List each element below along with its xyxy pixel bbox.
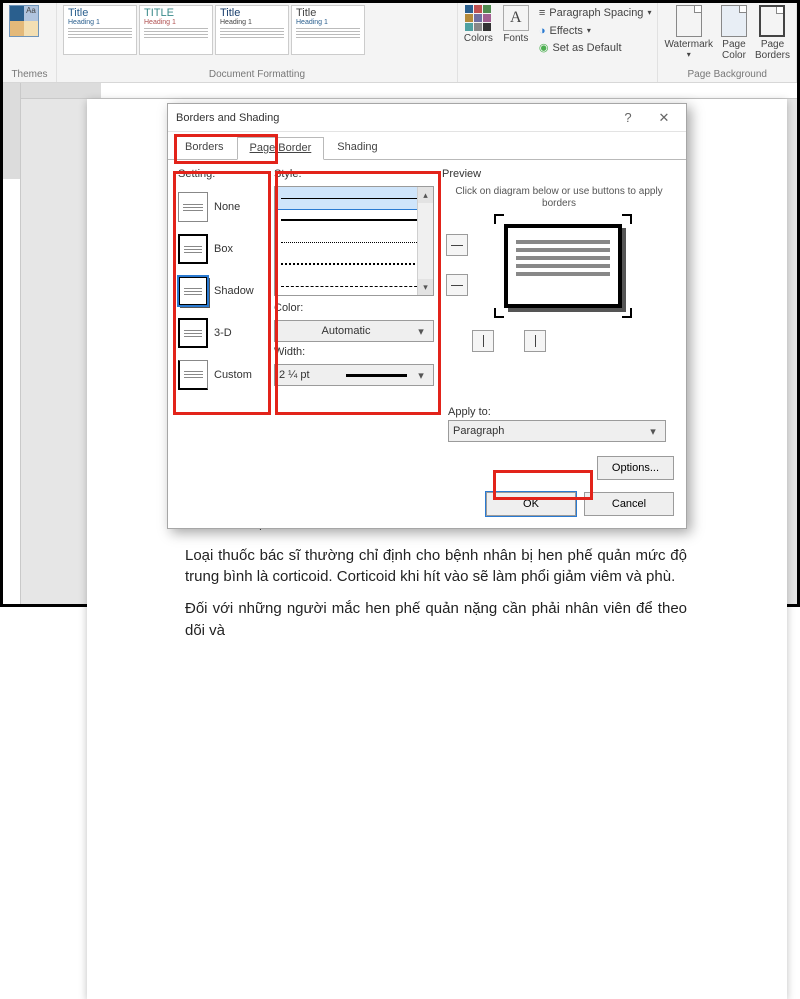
close-button[interactable]: ✕ [646, 108, 682, 128]
scrollbar[interactable]: ▴▾ [417, 187, 433, 295]
themes-label: Themes [9, 67, 50, 82]
border-bottom-button[interactable] [446, 274, 468, 296]
pagebg-label: Page Background [664, 67, 790, 82]
tab-borders[interactable]: Borders [172, 136, 237, 159]
tab-page-border[interactable]: Page Border [237, 137, 325, 160]
style-card[interactable]: TitleHeading 1 [291, 5, 365, 55]
preview-label: Preview [442, 168, 676, 180]
setting-3d[interactable]: 3-D [178, 312, 266, 354]
doc-format-gallery[interactable]: TitleHeading 1 TITLEHeading 1 TitleHeadi… [63, 5, 451, 55]
style-card[interactable]: TitleHeading 1 [215, 5, 289, 55]
style-option[interactable] [275, 209, 433, 231]
body-text: Loại thuốc bác sĩ thường chỉ định cho bệ… [185, 545, 687, 589]
style-label: Style: [274, 168, 434, 180]
ruler-horizontal[interactable] [21, 83, 797, 99]
setting-shadow[interactable]: Shadow [178, 270, 266, 312]
dialog-title: Borders and Shading [176, 112, 610, 124]
watermark-button[interactable]: Watermark▾ [664, 5, 713, 61]
body-text: Đối với những người mắc hen phế quản nặn… [185, 598, 687, 642]
width-label: Width: [274, 346, 434, 358]
tab-shading[interactable]: Shading [324, 136, 390, 159]
help-button[interactable]: ? [610, 108, 646, 128]
ok-button[interactable]: OK [486, 492, 576, 516]
width-combo[interactable]: 2 ¼ pt▾ [274, 364, 434, 386]
style-card[interactable]: TITLEHeading 1 [139, 5, 213, 55]
docformat-label: Document Formatting [63, 67, 451, 82]
page-borders-button[interactable]: Page Borders [755, 5, 790, 61]
border-top-button[interactable] [446, 234, 468, 256]
ruler-vertical[interactable] [3, 83, 21, 604]
color-combo[interactable]: Automatic▾ [274, 320, 434, 342]
fonts-button[interactable]: AFonts [503, 5, 529, 44]
style-card[interactable]: TitleHeading 1 [63, 5, 137, 55]
dialog-titlebar[interactable]: Borders and Shading ? ✕ [168, 104, 686, 132]
setting-custom[interactable]: Custom [178, 354, 266, 396]
setting-none[interactable]: None [178, 186, 266, 228]
apply-to-combo[interactable]: Paragraph▾ [448, 420, 666, 442]
style-option[interactable] [275, 253, 433, 275]
color-label: Color: [274, 302, 434, 314]
setting-label: Setting: [178, 168, 266, 180]
ribbon: Aa Themes TitleHeading 1 TITLEHeading 1 … [3, 3, 797, 83]
apply-to-label: Apply to: [448, 406, 676, 418]
style-list[interactable]: ▴▾ [274, 186, 434, 296]
borders-shading-dialog: Borders and Shading ? ✕ Borders Page Bor… [167, 103, 687, 529]
para-spacing-button[interactable]: ≡Paragraph Spacing▾ [539, 5, 652, 23]
style-option[interactable] [275, 231, 433, 253]
cancel-button[interactable]: Cancel [584, 492, 674, 516]
preview-diagram[interactable] [498, 218, 628, 314]
effects-button[interactable]: ◑Effects▾ [539, 23, 652, 41]
preview-hint: Click on diagram below or use buttons to… [442, 186, 676, 210]
themes-button[interactable]: Aa [9, 5, 50, 37]
options-button[interactable]: Options... [597, 456, 674, 480]
setting-box[interactable]: Box [178, 228, 266, 270]
page-color-button[interactable]: Page Color [721, 5, 747, 61]
colors-button[interactable]: Colors [464, 5, 493, 44]
style-option[interactable] [275, 275, 433, 296]
style-option[interactable] [275, 187, 433, 209]
set-default-button[interactable]: ◉Set as Default [539, 40, 652, 58]
